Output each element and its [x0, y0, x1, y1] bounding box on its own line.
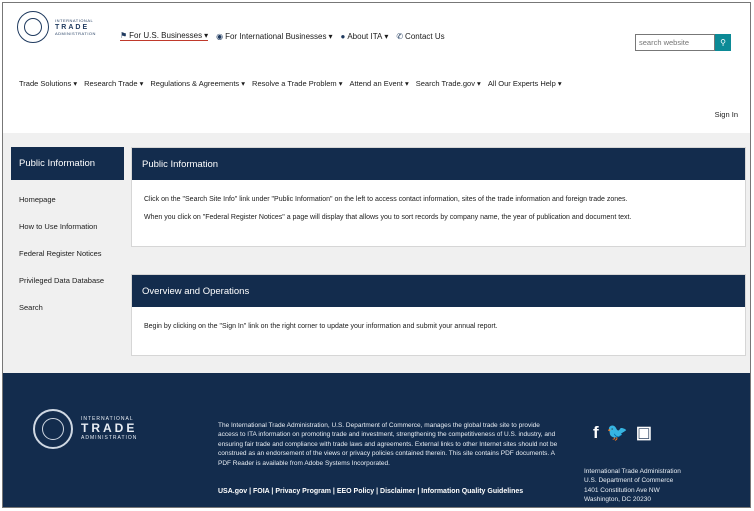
topnav-about-ita[interactable]: ● About ITA ▾: [341, 32, 389, 41]
panel-title: Overview and Operations: [132, 275, 745, 307]
topnav-us-businesses[interactable]: ⚑ For U.S. Businesses ▾: [120, 31, 209, 41]
footer-links[interactable]: USA.gov | FOIA | Privacy Program | EEO P…: [218, 488, 523, 495]
phone-icon: ✆: [396, 31, 404, 41]
topnav-international-businesses[interactable]: ◉ For International Businesses ▾: [216, 32, 332, 41]
logo-text-main: TRADE: [55, 23, 90, 31]
logo-text-top: INTERNATIONAL: [55, 17, 94, 23]
flag-icon: ⚑: [120, 31, 128, 40]
commerce-seal-icon: [17, 11, 49, 43]
mainnav-experts-help[interactable]: All Our Experts Help ▾: [488, 79, 562, 88]
commerce-seal-icon: [33, 409, 73, 449]
panel-paragraph: Click on the "Search Site Info" link und…: [144, 196, 628, 203]
mainnav-regulations[interactable]: Regulations & Agreements ▾: [150, 79, 245, 88]
search-button[interactable]: ⚲: [715, 34, 731, 51]
logo-text-bottom: ADMINISTRATION: [55, 30, 96, 36]
site-footer: INTERNATIONAL TRADE ADMINISTRATION The I…: [3, 373, 750, 507]
sign-in-link[interactable]: Sign In: [715, 110, 738, 119]
sidebar-item-federal-register[interactable]: Federal Register Notices: [11, 240, 124, 267]
sidebar-item-how-to-use[interactable]: How to Use Information: [11, 213, 124, 240]
sidebar-title: Public Information: [11, 147, 124, 180]
main-content: Public Information Homepage How to Use I…: [3, 133, 750, 373]
page-frame: INTERNATIONAL TRADE ADMINISTRATION ⚑ For…: [2, 2, 751, 508]
panel-title: Public Information: [132, 148, 745, 180]
sidebar-item-search[interactable]: Search: [11, 294, 124, 321]
globe-icon: ◉: [216, 31, 224, 41]
search-icon: ⚲: [720, 38, 726, 47]
mainnav-research-trade[interactable]: Research Trade ▾: [84, 79, 143, 88]
facebook-icon[interactable]: f: [593, 423, 599, 443]
sidebar-item-database[interactable]: Privileged Data Database: [11, 267, 124, 294]
sidebar-list: Homepage How to Use Information Federal …: [11, 186, 124, 321]
info-icon: ●: [340, 31, 346, 41]
footer-logo-main: TRADE: [81, 421, 138, 436]
site-header: INTERNATIONAL TRADE ADMINISTRATION ⚑ For…: [3, 3, 750, 133]
twitter-icon[interactable]: 🐦: [607, 423, 628, 443]
footer-logo[interactable]: INTERNATIONAL TRADE ADMINISTRATION: [33, 409, 137, 449]
mainnav-search-trade[interactable]: Search Trade.gov ▾: [416, 79, 481, 88]
ita-logo[interactable]: INTERNATIONAL TRADE ADMINISTRATION: [17, 11, 96, 43]
footer-address: International Trade Administration U.S. …: [584, 468, 681, 504]
mainnav-resolve-problem[interactable]: Resolve a Trade Problem ▾: [252, 79, 342, 88]
mainnav-trade-solutions[interactable]: Trade Solutions ▾: [19, 79, 77, 88]
top-navigation: ⚑ For U.S. Businesses ▾ ◉ For Internation…: [120, 31, 445, 41]
overview-operations-panel: Overview and Operations Begin by clickin…: [131, 274, 746, 356]
sidebar-item-homepage[interactable]: Homepage: [11, 186, 124, 213]
public-information-panel: Public Information Click on the "Search …: [131, 147, 746, 247]
site-search: ⚲: [635, 34, 731, 51]
footer-logo-bottom: ADMINISTRATION: [81, 434, 138, 441]
footer-description: The International Trade Administration, …: [218, 422, 558, 467]
topnav-contact-us[interactable]: ✆ Contact Us: [396, 32, 444, 41]
sidebar: Public Information Homepage How to Use I…: [11, 147, 124, 321]
mainnav-attend-event[interactable]: Attend an Event ▾: [350, 79, 409, 88]
social-links: f 🐦 ▣: [593, 423, 652, 443]
main-navigation: Trade Solutions ▾ Research Trade ▾ Regul…: [19, 79, 562, 88]
youtube-icon[interactable]: ▣: [636, 423, 652, 443]
search-input[interactable]: [635, 34, 715, 51]
panel-paragraph: Begin by clicking on the "Sign In" link …: [144, 323, 498, 330]
panel-paragraph: When you click on "Federal Register Noti…: [144, 214, 632, 222]
